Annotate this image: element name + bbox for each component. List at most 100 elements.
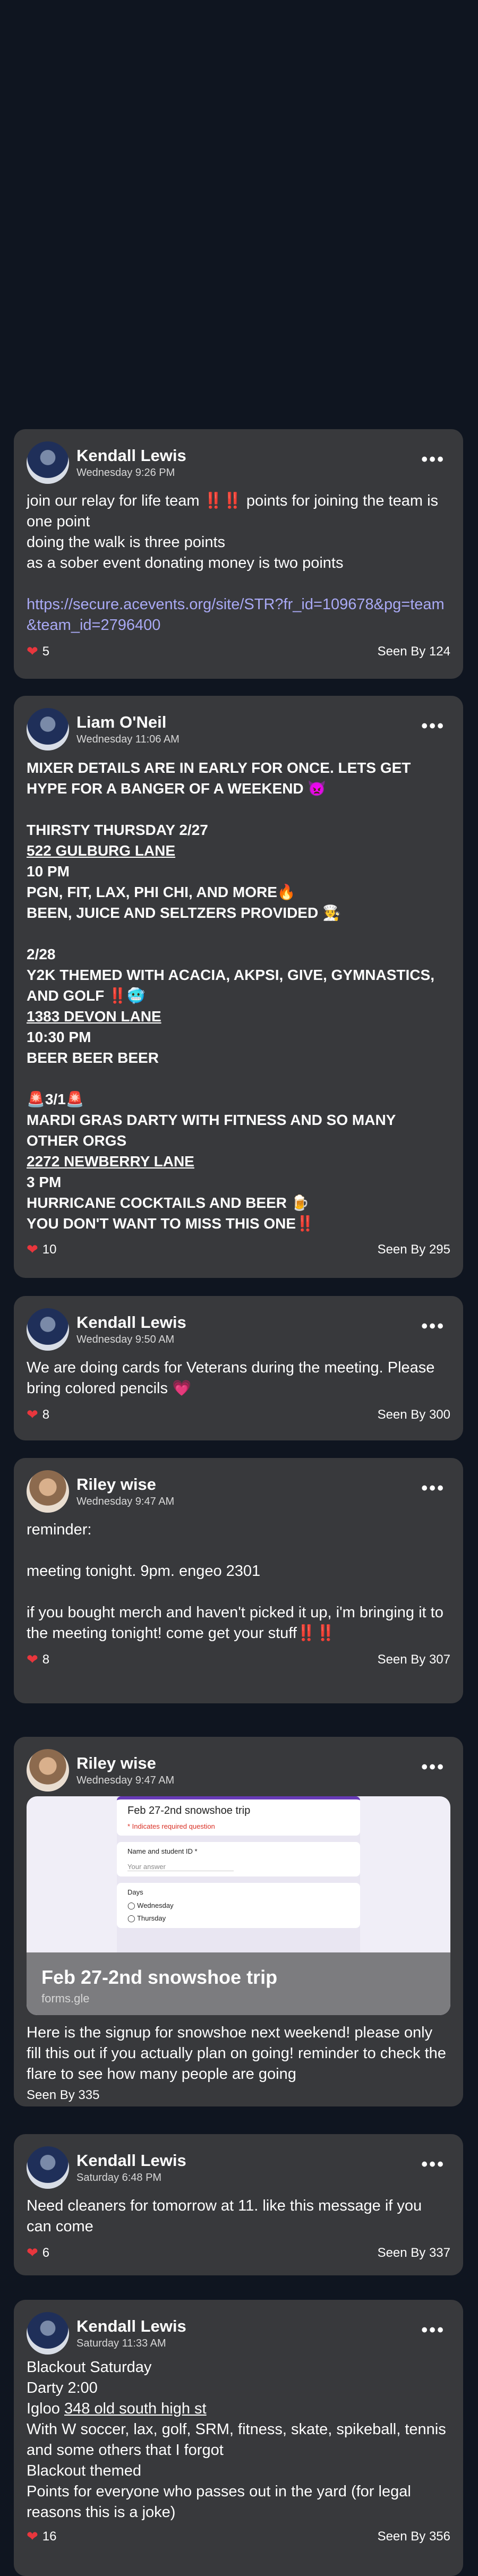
link-preview-card[interactable]: Feb 27-2nd snowshoe trip * Indicates req… — [27, 1796, 450, 2015]
form-title: Feb 27-2nd snowshoe trip — [127, 1805, 251, 1816]
post-card: Riley wise Wednesday 9:47 AM ••• Feb 27-… — [14, 1737, 463, 2106]
form-option: ◯ Wednesday — [127, 1901, 174, 1909]
heart-icon: ❤ — [27, 2528, 38, 2544]
text-line: HURRICANE COCKTAILS AND BEER 🍺 — [27, 1195, 310, 1211]
like-count: 5 — [42, 644, 50, 659]
heart-icon: ❤ — [27, 1651, 38, 1667]
text-line: Blackout themed — [27, 2462, 142, 2479]
link-preview-caption: Feb 27-2nd snowshoe trip forms.gle — [27, 1952, 450, 2015]
post-text: Blackout Saturday Darty 2:00 Igloo 348 o… — [27, 2357, 450, 2523]
text-line: YOU DON'T WANT TO MISS THIS ONE‼️ — [27, 1215, 314, 1232]
post-text: reminder: meeting tonight. 9pm. engeo 23… — [27, 1521, 443, 1642]
like-button[interactable]: ❤ 8 — [27, 1651, 49, 1668]
text-line: Darty 2:00 — [27, 2379, 98, 2396]
avatar[interactable] — [27, 1308, 69, 1351]
author-name[interactable]: Kendall Lewis — [76, 2316, 186, 2336]
more-horizontal-icon[interactable]: ••• — [421, 449, 445, 470]
post-time: Wednesday 11:06 AM — [76, 733, 180, 745]
post-card: Riley wise Wednesday 9:47 AM ••• reminde… — [14, 1458, 463, 1703]
post-text: Need cleaners for tomorrow at 11. like t… — [27, 2197, 426, 2235]
post-text: Here is the signup for snowshoe next wee… — [27, 2024, 446, 2083]
post-time: Saturday 11:33 AM — [76, 2338, 166, 2349]
more-horizontal-icon[interactable]: ••• — [421, 1316, 445, 1337]
exclamation-icon: ‼️‼️ — [203, 492, 242, 509]
post-time: Wednesday 9:47 AM — [76, 1496, 175, 1507]
form-answer-field: Your answer — [127, 1863, 234, 1871]
seen-count[interactable]: Seen By 356 — [378, 2529, 450, 2544]
form-question: Days — [127, 1888, 143, 1896]
like-button[interactable]: ❤ 16 — [27, 2528, 57, 2545]
author-name[interactable]: Kendall Lewis — [76, 446, 186, 466]
address-link[interactable]: 1383 DEVON LANE — [27, 1006, 450, 1027]
like-count: 10 — [42, 1242, 57, 1257]
seen-count[interactable]: Seen By 300 — [378, 1408, 450, 1422]
seen-count[interactable]: Seen By 337 — [378, 2246, 450, 2261]
exclamation-icon: ‼️‼️ — [296, 1625, 336, 1642]
like-button[interactable]: ❤ 10 — [27, 1241, 57, 1258]
author-name[interactable]: Kendall Lewis — [76, 1312, 186, 1333]
form-required-note: * Indicates required question — [127, 1822, 215, 1830]
like-button[interactable]: ❤ 8 — [27, 1406, 49, 1423]
more-horizontal-icon[interactable]: ••• — [421, 1478, 445, 1499]
author-name[interactable]: Riley wise — [76, 1753, 174, 1773]
form-option: ◯ Thursday — [127, 1914, 166, 1922]
avatar[interactable] — [27, 2146, 69, 2189]
avatar[interactable] — [27, 441, 69, 484]
post-text: join our relay for life team ‼️‼️ points… — [27, 492, 445, 634]
text-line: BEER BEER BEER — [27, 1050, 159, 1066]
text-line: 2/28 — [27, 946, 56, 962]
like-count: 8 — [42, 1652, 50, 1667]
post-time: Saturday 6:48 PM — [76, 2172, 162, 2183]
address-link[interactable]: 2272 NEWBERRY LANE — [27, 1151, 450, 1172]
text-line: MIXER DETAILS ARE IN EARLY FOR ONCE. LET… — [27, 760, 411, 797]
author-name[interactable]: Kendall Lewis — [76, 2151, 186, 2171]
post-time: Wednesday 9:50 AM — [76, 1334, 175, 1345]
text-line: Y2K THEMED WITH ACACIA, AKPSI, GIVE, GYM… — [27, 967, 434, 1004]
like-count: 16 — [42, 2529, 57, 2544]
avatar[interactable] — [27, 1749, 69, 1792]
post-time: Wednesday 9:26 PM — [76, 467, 175, 479]
text-line: Igloo 348 old south high st — [27, 2400, 207, 2417]
author-name[interactable]: Riley wise — [76, 1474, 174, 1495]
seen-count[interactable]: Seen By 124 — [378, 644, 450, 659]
heart-icon: ❤ — [27, 1406, 38, 1422]
text-line: MARDI GRAS DARTY WITH FITNESS AND SO MAN… — [27, 1112, 396, 1149]
address-link[interactable]: 522 GULBURG LANE — [27, 840, 450, 861]
text-line: Points for everyone who passes out in th… — [27, 2483, 411, 2521]
seen-count[interactable]: Seen By 295 — [378, 1242, 450, 1257]
text-line: 10:30 PM — [27, 1029, 91, 1045]
heart-icon: ❤ — [27, 1241, 38, 1257]
more-horizontal-icon[interactable]: ••• — [421, 2154, 445, 2175]
link-preview-title: Feb 27-2nd snowshoe trip — [41, 1966, 278, 1988]
avatar[interactable] — [27, 2312, 69, 2355]
post-text: MIXER DETAILS ARE IN EARLY FOR ONCE. LET… — [27, 757, 450, 1234]
text-line: 10 PM — [27, 863, 70, 880]
like-button[interactable]: ❤ 6 — [27, 2245, 49, 2261]
text-line: With W soccer, lax, golf, SRM, fitness, … — [27, 2421, 446, 2459]
text-line: Blackout Saturday — [27, 2359, 152, 2376]
post-card: Kendall Lewis Wednesday 9:26 PM ••• join… — [14, 429, 463, 679]
avatar[interactable] — [27, 708, 69, 750]
avatar[interactable] — [27, 1470, 69, 1513]
post-link[interactable]: https://secure.acevents.org/site/STR?fr_… — [27, 596, 445, 634]
more-horizontal-icon[interactable]: ••• — [421, 2320, 445, 2341]
text-line: 3 PM — [27, 1174, 62, 1190]
post-text: We are doing cards for Veterans during t… — [27, 1359, 439, 1397]
post-card: Kendall Lewis Wednesday 9:50 AM ••• We a… — [14, 1296, 463, 1440]
heart-icon: ❤ — [27, 643, 38, 659]
more-horizontal-icon[interactable]: ••• — [421, 716, 445, 737]
link-preview-host: forms.gle — [41, 1992, 90, 2005]
post-card: Kendall Lewis Saturday 11:33 AM ••• Blac… — [14, 2300, 463, 2576]
feed: Kendall Lewis Wednesday 9:26 PM ••• join… — [0, 0, 478, 2576]
seen-count[interactable]: Seen By 307 — [378, 1652, 450, 1667]
like-button[interactable]: ❤ 5 — [27, 643, 49, 660]
more-horizontal-icon[interactable]: ••• — [421, 1757, 445, 1778]
text-line: BEEN, JUICE AND SELTZERS PROVIDED 🧑‍🍳 — [27, 905, 341, 921]
author-name[interactable]: Liam O'Neil — [76, 712, 180, 732]
address-link[interactable]: 348 old south high st — [64, 2400, 207, 2417]
heart-icon: ❤ — [27, 2245, 38, 2261]
text-line: PGN, FIT, LAX, PHI CHI, AND MORE🔥 — [27, 884, 296, 900]
text-line: 🚨3/1🚨 — [27, 1091, 84, 1107]
post-time: Wednesday 9:47 AM — [76, 1775, 175, 1786]
seen-count[interactable]: Seen By 335 — [27, 2088, 99, 2103]
